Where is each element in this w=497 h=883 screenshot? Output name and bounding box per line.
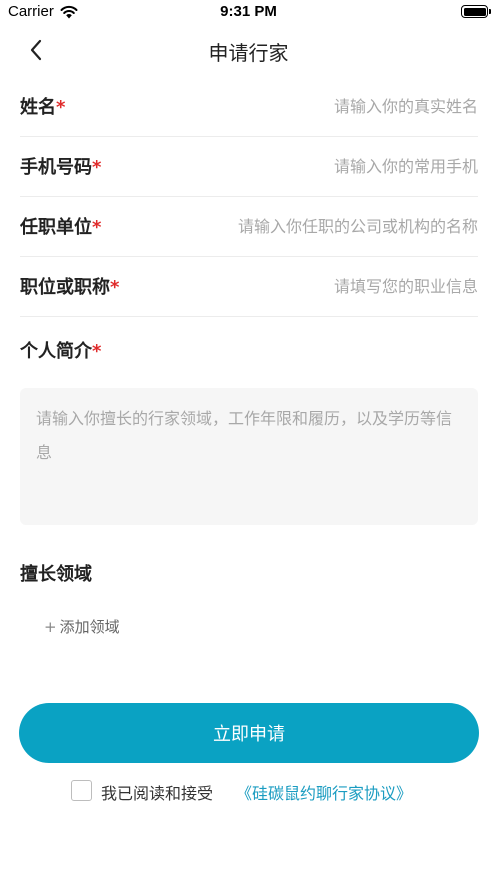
add-expertise-button[interactable]: + 添加领域 [44,616,120,637]
name-row: 姓名* [20,77,478,137]
position-label: 职位或职称* [20,277,120,298]
required-mark: * [56,97,66,118]
page-title: 申请行家 [208,41,289,65]
name-label: 姓名* [20,97,66,118]
required-mark: * [92,217,102,238]
nav-bar: 申请行家 [0,28,497,72]
company-label: 任职单位* [20,217,102,238]
agreement-checkbox[interactable] [71,780,92,801]
required-mark: * [92,157,102,178]
position-input[interactable] [178,269,478,303]
phone-row: 手机号码* [20,137,478,197]
intro-textarea[interactable] [20,388,478,525]
intro-label: 个人简介* [20,341,102,362]
name-input[interactable] [178,89,478,123]
add-expertise-label: 添加领域 [59,618,120,636]
apply-expert-screen: Carrier 9:31 PM 申请行家 姓名* 手机号码* 任职单位* [0,0,497,883]
phone-input[interactable] [178,149,478,183]
plus-icon: + [44,618,57,636]
company-row: 任职单位* [20,197,478,257]
agreement-link[interactable]: 《硅碳鼠约聊行家协议》 [236,780,412,804]
submit-button[interactable]: 立即申请 [19,703,479,763]
clock-label: 9:31 PM [220,3,277,20]
company-input[interactable] [148,209,478,243]
expertise-label: 擅长领域 [20,564,92,585]
agreement-text: 我已阅读和接受 [101,784,214,803]
required-mark: * [92,341,102,362]
battery-icon [461,5,491,18]
position-row: 职位或职称* [20,257,478,317]
status-bar: Carrier 9:31 PM [0,0,497,26]
agreement-row: 我已阅读和接受 《硅碳鼠约聊行家协议》 [0,779,497,803]
phone-label: 手机号码* [20,157,102,178]
required-mark: * [110,277,120,298]
